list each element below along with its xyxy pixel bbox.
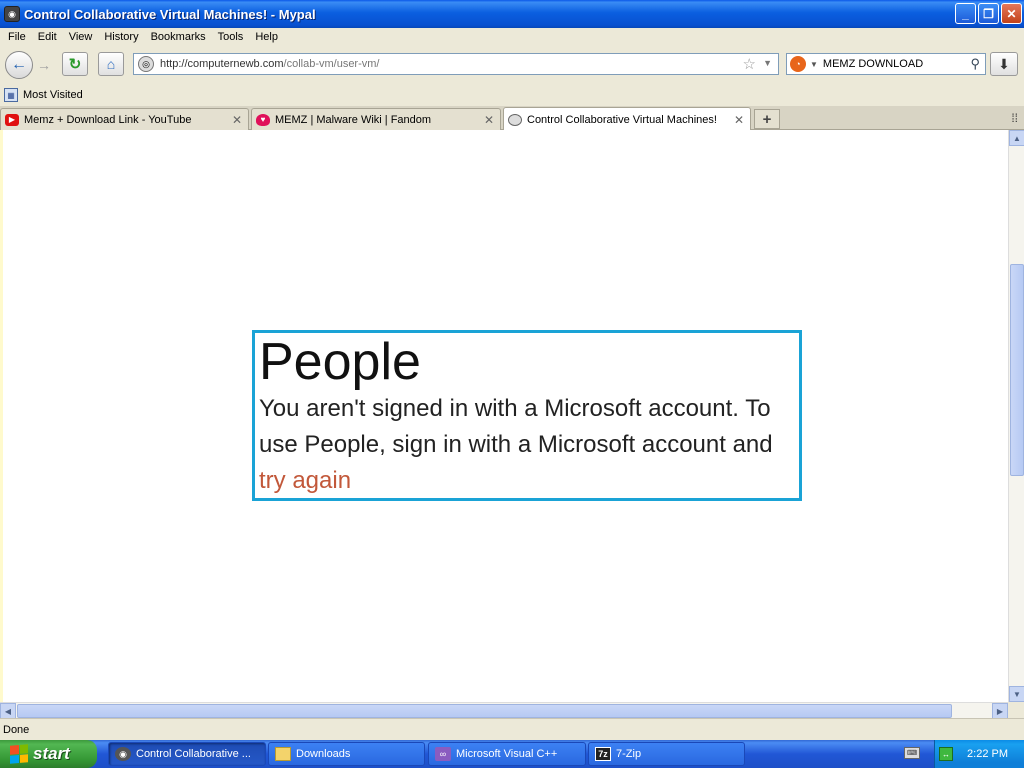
7zip-icon: 7z <box>595 747 611 761</box>
folder-icon <box>275 747 291 761</box>
taskbar-item-label: Downloads <box>296 748 351 760</box>
most-visited-icon: ▦ <box>4 88 18 102</box>
start-label: start <box>33 744 70 763</box>
collabvm-icon <box>508 113 522 126</box>
home-icon: ⌂ <box>106 56 116 72</box>
scroll-down-icon[interactable]: ▼ <box>1009 686 1024 702</box>
plus-icon: + <box>762 110 772 128</box>
tab-label: MEMZ | Malware Wiki | Fandom <box>275 113 432 126</box>
tab-close-icon[interactable]: ✕ <box>230 113 244 127</box>
menu-bookmarks[interactable]: Bookmarks <box>145 31 212 43</box>
new-tab-button[interactable]: + <box>754 109 780 129</box>
tab-close-icon[interactable]: ✕ <box>732 113 746 127</box>
tab-youtube[interactable]: ▶ Memz + Download Link - YouTube ✕ <box>0 108 249 130</box>
close-button[interactable]: ✕ <box>1001 3 1022 24</box>
menu-help[interactable]: Help <box>249 31 284 43</box>
taskbar-item-browser[interactable]: ◉ Control Collaborative ... <box>108 742 266 766</box>
page-content: People You aren't signed in with a Micro… <box>0 130 1008 702</box>
scroll-left-icon[interactable]: ◀ <box>0 703 16 719</box>
home-button[interactable]: ⌂ <box>98 52 124 76</box>
url-dropdown-icon[interactable]: ▼ <box>763 58 772 68</box>
back-arrow-icon: ← <box>11 56 27 73</box>
menu-view[interactable]: View <box>63 31 99 43</box>
search-bar[interactable]: ◔ ▼ MEMZ DOWNLOAD ⚲ <box>786 53 986 75</box>
menu-tools[interactable]: Tools <box>212 31 250 43</box>
engine-dropdown-icon[interactable]: ▼ <box>810 60 818 69</box>
list-all-tabs-icon[interactable]: ⁞⁞ <box>1011 111 1018 125</box>
menu-bar: File Edit View History Bookmarks Tools H… <box>0 28 1024 46</box>
network-icon[interactable]: ↔ <box>939 747 954 761</box>
download-arrow-icon: ⬇ <box>998 55 1010 72</box>
url-path: /collab-vm/user-vm/ <box>283 58 380 70</box>
site-identity-icon[interactable]: ◎ <box>138 56 154 72</box>
tab-label: Memz + Download Link - YouTube <box>24 113 192 126</box>
taskbar-item-7zip[interactable]: 7z 7-Zip <box>588 742 745 766</box>
reload-button[interactable]: ↻ <box>62 52 88 76</box>
navigation-toolbar: ← → ↻ ⌂ ◎ http://computernewb.com/collab… <box>0 46 1024 84</box>
taskbar-item-label: Control Collaborative ... <box>136 748 251 760</box>
people-dialog: People You aren't signed in with a Micro… <box>252 330 802 501</box>
tab-fandom[interactable]: ♥ MEMZ | Malware Wiki | Fandom ✕ <box>251 108 501 130</box>
taskbar-item-label: Microsoft Visual C++ <box>456 748 558 760</box>
tab-label: Control Collaborative Virtual Machines! <box>527 113 717 126</box>
window-controls: _ ❐ ✕ <box>955 3 1022 24</box>
url-host: http://computernewb.com <box>160 58 284 70</box>
tab-strip: ▶ Memz + Download Link - YouTube ✕ ♥ MEM… <box>0 106 1024 131</box>
search-icon[interactable]: ⚲ <box>970 56 980 72</box>
system-tray: ↔ 2:22 PM <box>934 740 1024 768</box>
horizontal-scrollbar[interactable]: ◀ ▶ <box>0 702 1008 719</box>
back-button[interactable]: ← <box>5 51 33 79</box>
search-input[interactable]: MEMZ DOWNLOAD <box>823 58 923 70</box>
firefox-icon: ◉ <box>115 747 131 761</box>
keyboard-icon[interactable]: ⌨ <box>904 747 920 759</box>
fandom-icon: ♥ <box>256 113 270 126</box>
forward-arrow-icon: → <box>37 57 51 73</box>
tab-close-icon[interactable]: ✕ <box>482 113 496 127</box>
window-title: Control Collaborative Virtual Machines! … <box>24 6 316 22</box>
menu-history[interactable]: History <box>98 31 144 43</box>
signin-message: You aren't signed in with a Microsoft ac… <box>259 395 773 458</box>
bookmarks-toolbar: ▦ Most Visited <box>0 84 1024 106</box>
clock[interactable]: 2:22 PM <box>967 748 1008 760</box>
taskbar-item-downloads[interactable]: Downloads <box>268 742 425 766</box>
start-button[interactable]: start <box>0 740 97 768</box>
taskbar: start ◉ Control Collaborative ... Downlo… <box>0 740 1024 768</box>
downloads-button[interactable]: ⬇ <box>990 52 1018 76</box>
windows-logo-icon <box>10 744 28 764</box>
scroll-up-icon[interactable]: ▲ <box>1009 130 1024 146</box>
reload-icon: ↻ <box>68 56 82 73</box>
try-again-link[interactable]: try again <box>259 467 351 494</box>
horizontal-scroll-thumb[interactable] <box>17 704 952 718</box>
taskbar-item-label: 7-Zip <box>616 748 642 760</box>
window-titlebar[interactable]: ◉ Control Collaborative Virtual Machines… <box>0 0 1024 28</box>
tab-collabvm[interactable]: Control Collaborative Virtual Machines! … <box>503 107 751 131</box>
scroll-corner <box>1008 702 1024 718</box>
vertical-scrollbar[interactable]: ▲ ▼ <box>1008 130 1024 702</box>
scroll-right-icon[interactable]: ▶ <box>992 703 1008 719</box>
address-bar[interactable]: ◎ http://computernewb.com/collab-vm/user… <box>133 53 779 75</box>
menu-edit[interactable]: Edit <box>32 31 63 43</box>
status-text: Done <box>3 723 30 736</box>
visual-cpp-icon: ∞ <box>435 747 451 761</box>
forward-button[interactable]: → <box>34 55 54 75</box>
youtube-icon: ▶ <box>5 113 19 126</box>
vertical-scroll-thumb[interactable] <box>1010 264 1024 476</box>
search-engine-icon[interactable]: ◔ <box>790 56 806 72</box>
maximize-button[interactable]: ❐ <box>978 3 999 24</box>
menu-file[interactable]: File <box>2 31 32 43</box>
mypal-app-icon: ◉ <box>4 6 20 22</box>
minimize-button[interactable]: _ <box>955 3 976 24</box>
taskbar-item-visual-cpp[interactable]: ∞ Microsoft Visual C++ <box>428 742 586 766</box>
people-heading: People <box>259 333 421 391</box>
bookmark-most-visited[interactable]: Most Visited <box>23 89 83 101</box>
status-bar: Done <box>0 718 1024 740</box>
bookmark-star-icon[interactable]: ☆ <box>743 55 756 73</box>
